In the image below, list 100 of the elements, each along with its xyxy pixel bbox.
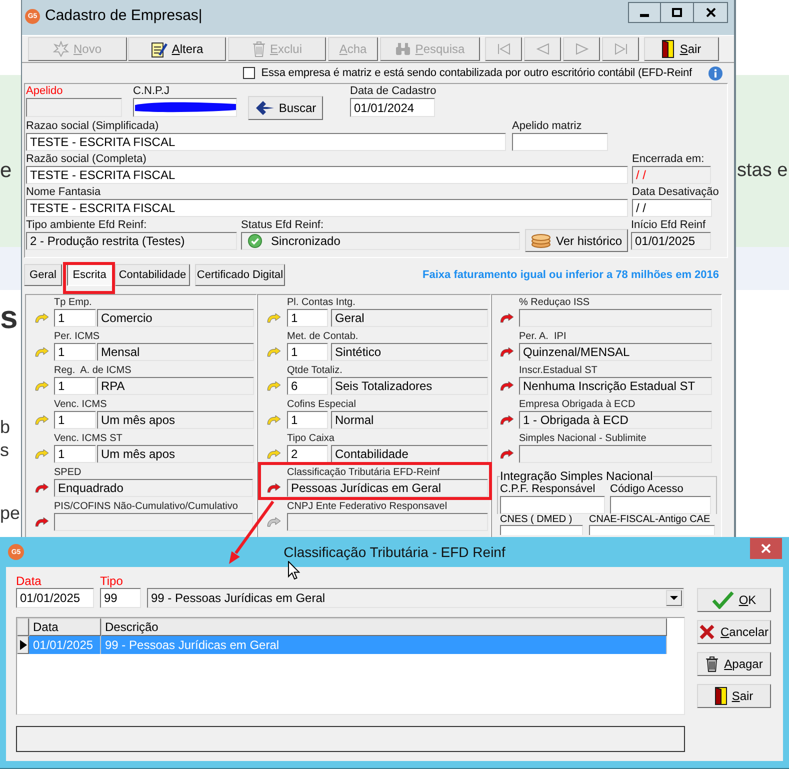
- check-icon: [712, 591, 734, 609]
- background-text: e: [0, 160, 12, 181]
- search-button[interactable]: Buscar: [248, 96, 323, 120]
- tab[interactable]: Geral: [24, 264, 62, 286]
- history-button[interactable]: Ver histórico: [525, 229, 628, 252]
- text-field[interactable]: [500, 525, 583, 535]
- field-label: Código Acesso: [610, 483, 684, 496]
- description-field[interactable]: Um mês apos: [97, 411, 254, 429]
- triangle-right-icon: [574, 43, 588, 55]
- code-field[interactable]: 1: [54, 411, 96, 429]
- code-field[interactable]: 1: [287, 309, 328, 327]
- description-field[interactable]: Geral: [331, 309, 488, 327]
- close-icon: [706, 8, 716, 17]
- tab[interactable]: Contabilidade: [115, 264, 190, 286]
- background-text: stas e: [737, 161, 788, 180]
- code-field[interactable]: 1: [54, 445, 96, 463]
- text-field[interactable]: [512, 133, 608, 151]
- dropdown-button[interactable]: [666, 590, 682, 606]
- description-field[interactable]: Um mês apos: [97, 445, 254, 463]
- field-label: Cofins Especial: [287, 399, 356, 411]
- dialog-button[interactable]: Apagar: [697, 652, 771, 676]
- text-field[interactable]: Sincronizado: [241, 232, 520, 250]
- field-label: C.N.P.J: [133, 85, 170, 98]
- description-field[interactable]: Comercio: [97, 309, 254, 327]
- description-field[interactable]: Contabilidade: [331, 445, 488, 463]
- field-label: SPED: [54, 467, 82, 479]
- close-button[interactable]: [694, 2, 728, 23]
- text-field[interactable]: Enquadrado: [54, 479, 253, 497]
- text-field[interactable]: TESTE - ESCRITA FISCAL: [26, 133, 506, 151]
- field-label: Classificação Tributária EFD-Reinf: [287, 467, 440, 479]
- code-field[interactable]: 1: [287, 343, 328, 361]
- field-label: Pl. Contas Intg.: [287, 297, 356, 309]
- tab[interactable]: Escrita: [67, 264, 112, 286]
- field-label: Tipo: [100, 575, 123, 588]
- caret-icon: [670, 596, 678, 600]
- description-field[interactable]: RPA: [97, 377, 254, 395]
- field-label: Apelido: [26, 85, 63, 98]
- description-field[interactable]: Normal: [331, 411, 488, 429]
- field-label: Simples Nacional - Sublimite: [519, 433, 646, 445]
- field-label: Apelido matriz: [512, 120, 582, 133]
- description-field[interactable]: Mensal: [97, 343, 254, 361]
- field-label: CNPJ Ente Federativo Responsavel: [287, 501, 448, 513]
- checkbox-label: Essa empresa é matriz e está sendo contabilizada por outro escritório contábil (EFD-Reinf: [261, 66, 692, 80]
- code-field[interactable]: 1: [287, 411, 328, 429]
- text-field[interactable]: 01/01/2024: [350, 98, 435, 117]
- text-field[interactable]: [133, 98, 237, 117]
- cross-icon: [699, 624, 716, 640]
- checkbox[interactable]: [243, 67, 256, 79]
- minimize-icon: [640, 14, 649, 17]
- text-field[interactable]: Pessoas Jurídicas em Geral: [287, 479, 488, 497]
- text-field[interactable]: 01/01/2025: [631, 232, 711, 250]
- text-field[interactable]: Nenhuma Inscrição Estadual ST: [519, 377, 712, 395]
- text-field[interactable]: [519, 445, 712, 463]
- code-field[interactable]: 1: [54, 343, 96, 361]
- text-field[interactable]: [519, 309, 712, 327]
- group-title: Integração Simples Nacional: [500, 470, 653, 483]
- code-field[interactable]: 6: [287, 377, 328, 395]
- code-field[interactable]: 1: [54, 309, 96, 327]
- text-field[interactable]: 1 - Obrigada à ECD: [519, 411, 712, 429]
- field-label: Data: [16, 575, 42, 588]
- text-field[interactable]: TESTE - ESCRITA FISCAL: [26, 199, 628, 217]
- skip-start-icon: [496, 43, 510, 55]
- dialog-button[interactable]: Sair: [697, 684, 771, 708]
- code-field[interactable]: 2: [287, 445, 328, 463]
- dialog-button[interactable]: Cancelar: [697, 620, 771, 644]
- description-field[interactable]: Seis Totalizadores: [331, 377, 488, 395]
- text-field[interactable]: / /: [632, 199, 712, 217]
- dialog-title: Classificação Tributária - EFD Reinf: [284, 543, 506, 561]
- dialog-button[interactable]: OK: [697, 588, 771, 612]
- text-field[interactable]: [500, 496, 605, 514]
- field-label: Per. ICMS: [54, 331, 100, 343]
- coins-stack-icon: [530, 234, 551, 248]
- type-select[interactable]: 99 - Pessoas Jurídicas em Geral: [147, 588, 684, 608]
- trash-icon: [252, 41, 266, 57]
- field-label: Data de Cadastro: [350, 85, 436, 98]
- exit-button[interactable]: Sair: [644, 37, 719, 61]
- text-field[interactable]: TESTE - ESCRITA FISCAL: [26, 166, 628, 184]
- column-header: Descrição: [101, 618, 667, 636]
- door-icon: [662, 40, 674, 58]
- minimize-button[interactable]: [628, 2, 661, 23]
- triangle-left-icon: [536, 43, 550, 55]
- field-label: Empresa Obrigada à ECD: [519, 399, 636, 411]
- description-field[interactable]: Sintético: [331, 343, 488, 361]
- text-field[interactable]: [54, 513, 253, 531]
- tab[interactable]: Certificado Digital: [195, 264, 285, 286]
- trash-icon: [705, 656, 720, 672]
- text-field[interactable]: 2 - Produção restrita (Testes): [26, 232, 237, 250]
- toolbar-button[interactable]: Altera: [128, 37, 226, 61]
- text-field[interactable]: [589, 525, 715, 535]
- text-field[interactable]: [26, 98, 122, 117]
- type-code-field[interactable]: 99: [100, 588, 141, 608]
- binoculars-icon: [395, 42, 412, 56]
- text-field[interactable]: [610, 496, 711, 514]
- text-field[interactable]: [287, 513, 488, 531]
- code-field[interactable]: 1: [54, 377, 96, 395]
- text-field[interactable]: Quinzenal/MENSAL: [519, 343, 712, 361]
- text-field[interactable]: / /: [632, 166, 711, 184]
- maximize-button[interactable]: [661, 2, 694, 23]
- field-label: Venc. ICMS ST: [54, 433, 122, 445]
- date-field[interactable]: 01/01/2025: [16, 588, 94, 608]
